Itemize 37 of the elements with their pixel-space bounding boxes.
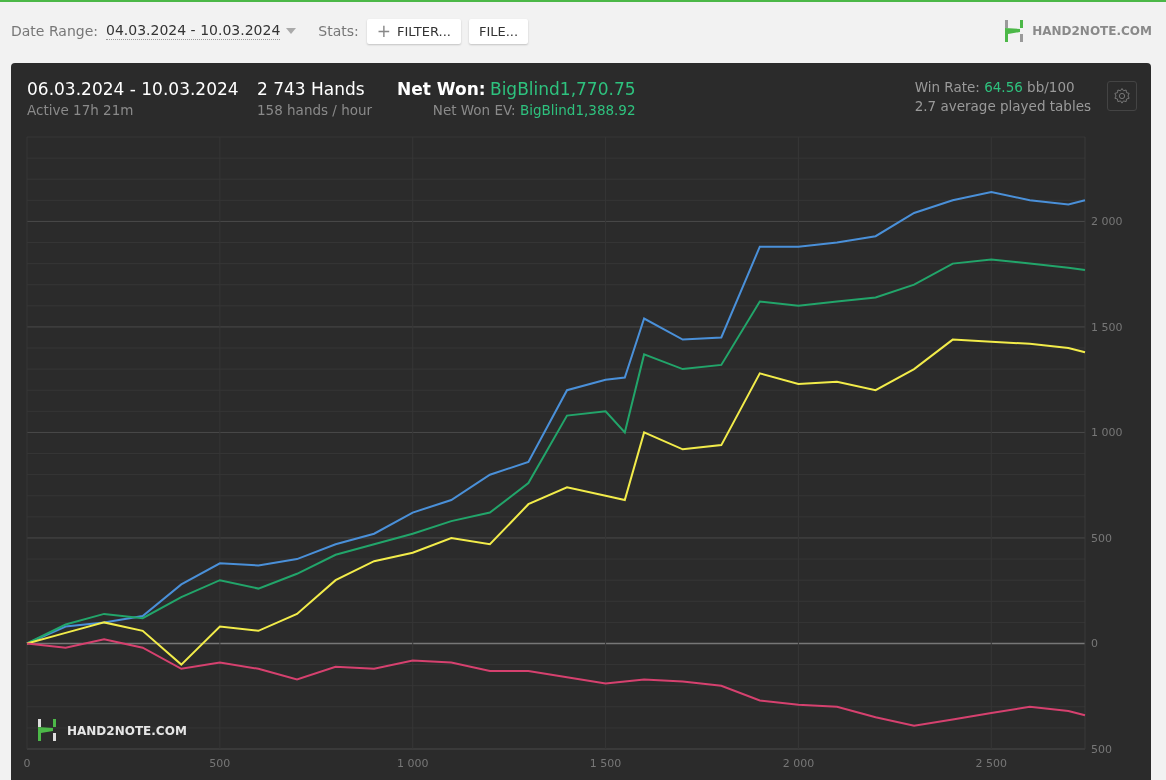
hands-per-hour: 158 hands / hour	[257, 102, 374, 118]
y-axis-label: 0	[1091, 637, 1098, 651]
logo-text: HAND2NOTE.COM	[1032, 24, 1152, 38]
caret-icon[interactable]	[286, 28, 297, 34]
x-axis-label: 2 000	[782, 757, 815, 770]
played-tables: 2.7 average played tables	[914, 98, 1091, 114]
x-axis-label: 2 500	[975, 757, 1007, 770]
x-axis-label: 1 500	[589, 757, 622, 770]
net-won-value: BigBlind1,770.75	[490, 79, 636, 99]
filter-button[interactable]: + FILTER...	[366, 18, 461, 44]
logo-icon	[38, 719, 56, 741]
y-axis-label: 1 000	[1091, 426, 1123, 440]
net-won-ev-value: BigBlind1,388.92	[519, 102, 636, 118]
y-axis-label: 1 500	[1091, 320, 1123, 334]
win-rate-value: 64.56	[984, 79, 1023, 95]
settings-button[interactable]	[1107, 81, 1137, 111]
stats-label: Stats:	[318, 23, 359, 39]
active-time: Active 17h 21m	[27, 102, 135, 118]
file-button[interactable]: FILE...	[468, 18, 529, 44]
plus-icon: +	[376, 24, 391, 38]
period-text: 06.03.2024 - 10.03.2024	[27, 79, 240, 99]
logo-text: HAND2NOTE.COM	[67, 724, 187, 738]
x-axis-label: 0	[23, 757, 31, 770]
date-range-field[interactable]: 04.03.2024 - 10.03.2024	[106, 22, 281, 40]
x-axis-label: 500	[209, 757, 231, 770]
logo-icon	[1004, 19, 1025, 43]
net-won-ev-label: Net Won EV:	[432, 102, 516, 118]
net-won-label: Net Won:	[397, 79, 486, 99]
y-axis-label: 500	[1091, 531, 1112, 545]
settings-icon	[1113, 87, 1131, 105]
x-axis-label: 1 000	[396, 757, 429, 770]
y-axis-label: 500	[1091, 743, 1112, 756]
hands-count: 2 743 Hands	[257, 79, 366, 99]
date-range-label: Date Range:	[11, 23, 98, 39]
win-rate-unit: bb/100	[1027, 79, 1075, 95]
win-rate-label: Win Rate:	[914, 79, 980, 95]
y-axis-label: 2 000	[1091, 215, 1123, 229]
